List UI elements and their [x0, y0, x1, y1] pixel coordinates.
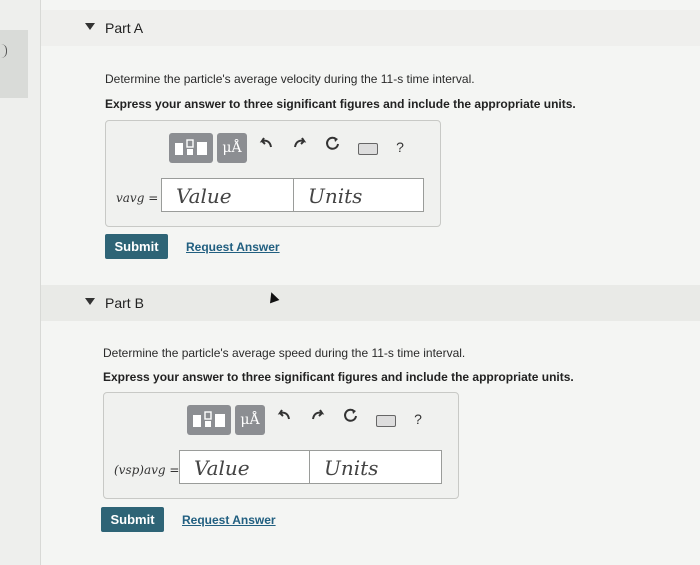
- templates-icon: [193, 411, 225, 427]
- redo-icon[interactable]: [290, 135, 310, 159]
- vavg-label: vavg =: [116, 191, 159, 205]
- keyboard-icon[interactable]: [376, 415, 396, 427]
- part-b-question: Determine the particle's average speed d…: [103, 346, 466, 360]
- undo-icon[interactable]: [274, 407, 294, 431]
- collapse-triangle-icon[interactable]: [85, 298, 95, 305]
- part-b-answer-box: μÅ ? (vsp)avg = Value Units: [103, 392, 459, 499]
- part-a-question: Determine the particle's average velocit…: [105, 72, 475, 86]
- value-input[interactable]: Value: [161, 178, 294, 212]
- part-a-request-answer-link[interactable]: Request Answer: [186, 240, 280, 254]
- vsp-avg-label: (vsp)avg =: [114, 463, 180, 477]
- left-tab[interactable]: [0, 30, 28, 98]
- part-a-submit-button[interactable]: Submit: [105, 234, 168, 259]
- units-input[interactable]: Units: [293, 178, 424, 212]
- part-b-instruction: Express your answer to three significant…: [103, 370, 574, 384]
- collapse-triangle-icon[interactable]: [85, 23, 95, 30]
- help-icon[interactable]: ?: [408, 407, 428, 431]
- templates-icon: [175, 139, 207, 155]
- part-a-header[interactable]: Part A: [41, 10, 700, 46]
- units-input[interactable]: Units: [309, 450, 442, 484]
- templates-button[interactable]: [187, 405, 231, 435]
- keyboard-icon[interactable]: [358, 143, 378, 155]
- units-button[interactable]: μÅ: [235, 405, 265, 435]
- part-a-instruction: Express your answer to three significant…: [105, 97, 576, 111]
- part-b-request-answer-link[interactable]: Request Answer: [182, 513, 276, 527]
- value-input[interactable]: Value: [179, 450, 310, 484]
- reset-icon[interactable]: [323, 135, 343, 159]
- part-a-label: Part A: [105, 20, 144, 36]
- part-a-answer-box: μÅ ? vavg = Value Units: [105, 120, 441, 227]
- part-b-submit-button[interactable]: Submit: [101, 507, 164, 532]
- units-button[interactable]: μÅ: [217, 133, 247, 163]
- templates-button[interactable]: [169, 133, 213, 163]
- part-b-header[interactable]: Part B: [41, 285, 700, 321]
- undo-icon[interactable]: [256, 135, 276, 159]
- part-b-label: Part B: [105, 295, 144, 311]
- reset-icon[interactable]: [341, 407, 361, 431]
- redo-icon[interactable]: [308, 407, 328, 431]
- help-icon[interactable]: ?: [390, 135, 410, 159]
